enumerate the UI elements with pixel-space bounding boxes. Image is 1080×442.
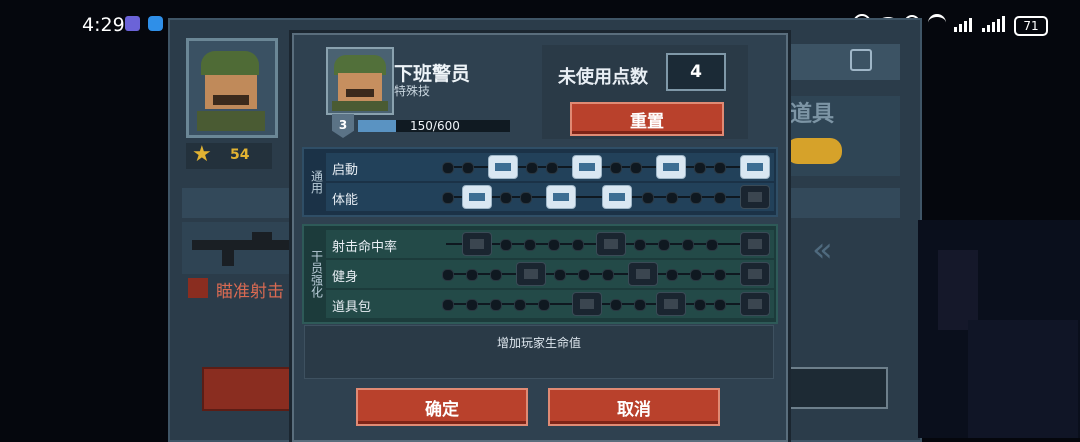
- xp-text: 150/600: [410, 119, 460, 133]
- skill-section-general: 通用 启動 体能: [302, 147, 778, 217]
- aim-label: 瞄准射击: [216, 282, 284, 302]
- skill-node-ammo-icon[interactable]: [488, 155, 518, 179]
- wifi-icon: [928, 14, 946, 32]
- skill-row-label: 道具包: [332, 300, 372, 315]
- skill-node-locked-icon[interactable]: [740, 185, 770, 209]
- background-tools-panel: 道具: [784, 96, 900, 176]
- skill-node-knife-icon[interactable]: [462, 185, 492, 209]
- skill-node-grid-icon[interactable]: [602, 185, 632, 209]
- skill-row-label: 射击命中率: [332, 240, 398, 255]
- chevron-left-icon: «: [812, 230, 833, 270]
- skill-node-ammo-box-icon[interactable]: [740, 292, 770, 316]
- skill-node-skull-icon[interactable]: [656, 292, 686, 316]
- points-label: 未使用点数: [558, 67, 648, 88]
- points-value: 4: [666, 53, 726, 91]
- skill-node-cross-icon[interactable]: [740, 232, 770, 256]
- section-label: 干员强化: [309, 250, 324, 298]
- officer-subtitle: 特殊技: [394, 84, 431, 98]
- skill-node-lock-icon[interactable]: [740, 262, 770, 286]
- battery-icon: 71: [1014, 16, 1048, 36]
- background-swap-box: [784, 44, 900, 80]
- skill-node-flex-icon[interactable]: [628, 262, 658, 286]
- star-icon: ★: [192, 142, 212, 167]
- cancel-button[interactable]: 取消: [548, 388, 720, 426]
- tools-label: 道具: [790, 102, 835, 127]
- skill-node-bag-icon[interactable]: [572, 292, 602, 316]
- tool-item-icon: [786, 138, 842, 164]
- app-badge-icon: [125, 16, 140, 31]
- description-box: 增加玩家生命值: [304, 325, 774, 379]
- skill-row-label: 体能: [332, 193, 359, 208]
- skill-row: 道具包: [326, 290, 774, 318]
- skill-node-armor-icon[interactable]: [572, 155, 602, 179]
- skill-node-upgrade-icon[interactable]: [740, 155, 770, 179]
- rank-level: 3: [338, 118, 348, 132]
- app-badge-icon-2: [148, 16, 163, 31]
- signal-icon: [954, 16, 974, 32]
- skill-node-speed-icon[interactable]: [546, 185, 576, 209]
- xp-bar-fill: [358, 120, 396, 132]
- level-badge: ★ 54: [186, 142, 272, 169]
- officer-portrait: [326, 47, 394, 115]
- section-label: 通用: [309, 170, 324, 194]
- skill-node-medkit-icon[interactable]: [656, 155, 686, 179]
- background-button: [202, 367, 298, 411]
- skill-row: 体能: [326, 183, 774, 211]
- swap-icon: [850, 49, 872, 71]
- background-input: [784, 367, 888, 409]
- skill-node-vest-icon[interactable]: [516, 262, 546, 286]
- points-panel: 未使用点数 4 重置: [542, 45, 748, 139]
- skill-section-operative: 干员强化 射击命中率 健身 道具包: [302, 224, 778, 324]
- clock: 4:29: [82, 14, 125, 36]
- level-value: 54: [230, 147, 250, 163]
- skill-row-label: 启動: [332, 163, 359, 178]
- skill-row-label: 健身: [332, 270, 359, 285]
- skill-node-gun-icon[interactable]: [596, 232, 626, 256]
- background-scene: [918, 220, 1080, 438]
- signal-icon-2: [982, 16, 1010, 32]
- confirm-button[interactable]: 确定: [356, 388, 528, 426]
- aim-icon: [188, 278, 208, 298]
- skill-row: 健身: [326, 260, 774, 288]
- skill-node-fingerprint-icon[interactable]: [462, 232, 492, 256]
- skill-dialog: 下班警员 特殊技 3 150/600 未使用点数 4 重置 通用 启動 体能 干…: [292, 33, 788, 442]
- background-avatar: [186, 38, 278, 138]
- skill-row: 射击命中率: [326, 230, 774, 258]
- reset-button[interactable]: 重置: [570, 102, 724, 136]
- skill-description: 增加玩家生命值: [496, 336, 581, 350]
- skill-row: 启動: [326, 153, 774, 181]
